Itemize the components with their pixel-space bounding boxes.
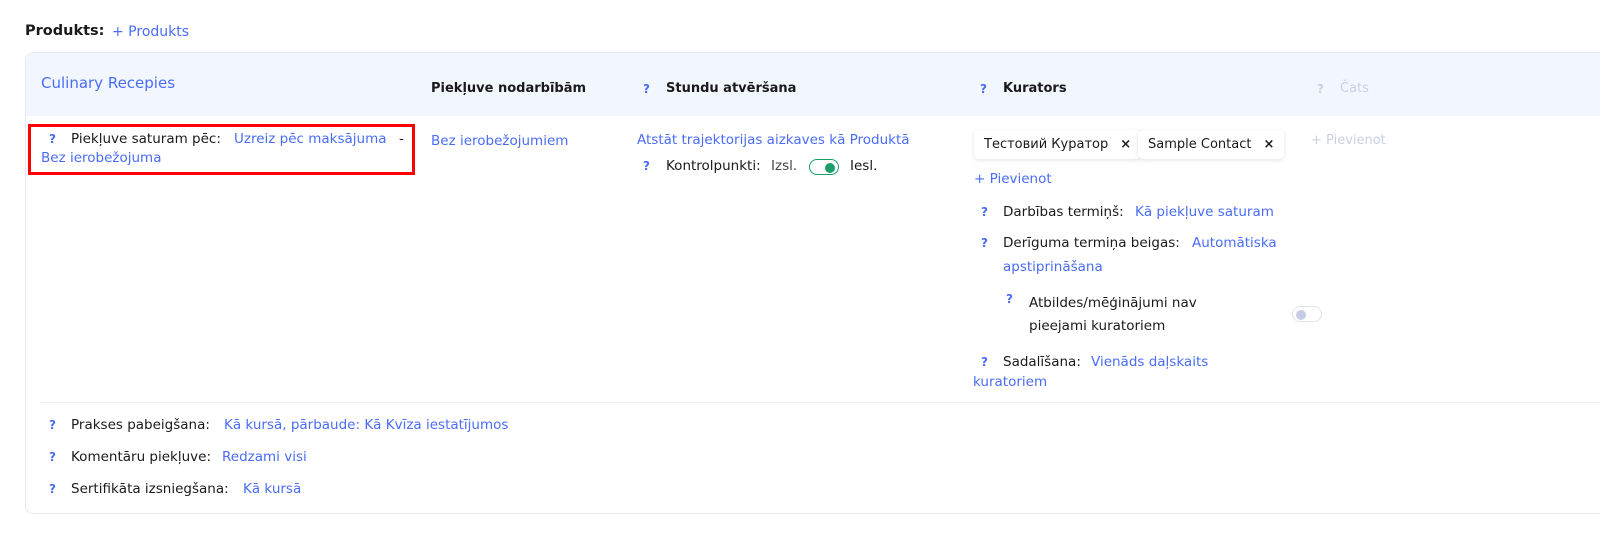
term-value[interactable]: Kā piekļuve saturam <box>1135 204 1274 220</box>
help-icon[interactable]: ? <box>1006 292 1013 306</box>
help-icon[interactable]: ? <box>980 82 987 96</box>
col-header-access: Piekļuve nodarbībām <box>431 81 587 96</box>
curator-name: Тестовий Куратор <box>984 137 1109 152</box>
term-label: Darbības termiņš: <box>1003 204 1124 220</box>
remove-icon[interactable]: × <box>1120 137 1131 152</box>
col-header-lessons: Stundu atvēršana <box>666 81 797 96</box>
practice-label: Prakses pabeigšana: <box>71 417 210 433</box>
toggle-on-label: Iesl. <box>850 158 878 174</box>
certificate-value[interactable]: Kā kursā <box>243 481 301 497</box>
expiry-value[interactable]: Automātiska <box>1192 235 1277 251</box>
help-icon[interactable]: ? <box>49 418 56 432</box>
answers-label: Atbildes/mēģinājumi nav <box>1029 295 1197 311</box>
content-access-label: Piekļuve saturam pēc: <box>71 131 221 147</box>
add-chat-link[interactable]: + Pievienot <box>1311 133 1386 148</box>
help-icon[interactable]: ? <box>981 205 988 219</box>
answers-label-cont: pieejami kuratoriem <box>1029 318 1166 334</box>
product-card <box>25 52 1600 514</box>
practice-value[interactable]: Kā kursā, pārbaude: Kā Kvīza iestatījumo… <box>224 417 508 433</box>
section-label: Produkts: <box>25 23 105 39</box>
checkpoints-toggle[interactable] <box>809 159 839 175</box>
lessons-access-value[interactable]: Bez ierobežojumiem <box>431 133 568 149</box>
col-header-chat: Čats <box>1340 81 1369 96</box>
help-icon[interactable]: ? <box>1317 82 1324 96</box>
help-icon[interactable]: ? <box>643 82 650 96</box>
curator-chip: Тестовий Куратор × <box>974 130 1142 159</box>
split-label: Sadalīšana: <box>1003 354 1081 370</box>
checkpoints-label: Kontrolpunkti: <box>666 158 761 174</box>
trajectory-link[interactable]: Atstāt trajektorijas aizkaves kā Produkt… <box>637 132 910 148</box>
comments-value[interactable]: Redzami visi <box>222 449 307 465</box>
answers-toggle[interactable] <box>1292 306 1323 322</box>
curator-name: Sample Contact <box>1148 137 1252 152</box>
separator: - <box>399 131 404 147</box>
split-value[interactable]: Vienāds daļskaits <box>1091 354 1208 370</box>
product-title-link[interactable]: Culinary Recepies <box>41 74 175 92</box>
content-access-limit[interactable]: Bez ierobežojuma <box>41 150 161 166</box>
certificate-label: Sertifikāta izsniegšana: <box>71 481 229 497</box>
expiry-label: Derīguma termiņa beigas: <box>1003 235 1180 251</box>
content-access-value[interactable]: Uzreiz pēc maksājuma <box>234 131 387 147</box>
help-icon[interactable]: ? <box>981 355 988 369</box>
add-curator-link[interactable]: + Pievienot <box>974 171 1052 187</box>
expiry-value-cont[interactable]: apstiprināšana <box>1003 259 1103 275</box>
split-value-cont[interactable]: kuratoriem <box>973 374 1047 390</box>
comments-label: Komentāru piekļuve: <box>71 449 212 465</box>
col-header-curators: Kurators <box>1003 81 1067 96</box>
add-product-link[interactable]: + Produkts <box>112 24 189 40</box>
help-icon[interactable]: ? <box>49 132 56 146</box>
help-icon[interactable]: ? <box>981 236 988 250</box>
divider <box>40 402 1600 403</box>
remove-icon[interactable]: × <box>1263 137 1274 152</box>
toggle-off-label: Izsl. <box>771 158 798 174</box>
help-icon[interactable]: ? <box>49 450 56 464</box>
curator-chip: Sample Contact × <box>1138 130 1285 159</box>
help-icon[interactable]: ? <box>49 482 56 496</box>
help-icon[interactable]: ? <box>643 159 650 173</box>
